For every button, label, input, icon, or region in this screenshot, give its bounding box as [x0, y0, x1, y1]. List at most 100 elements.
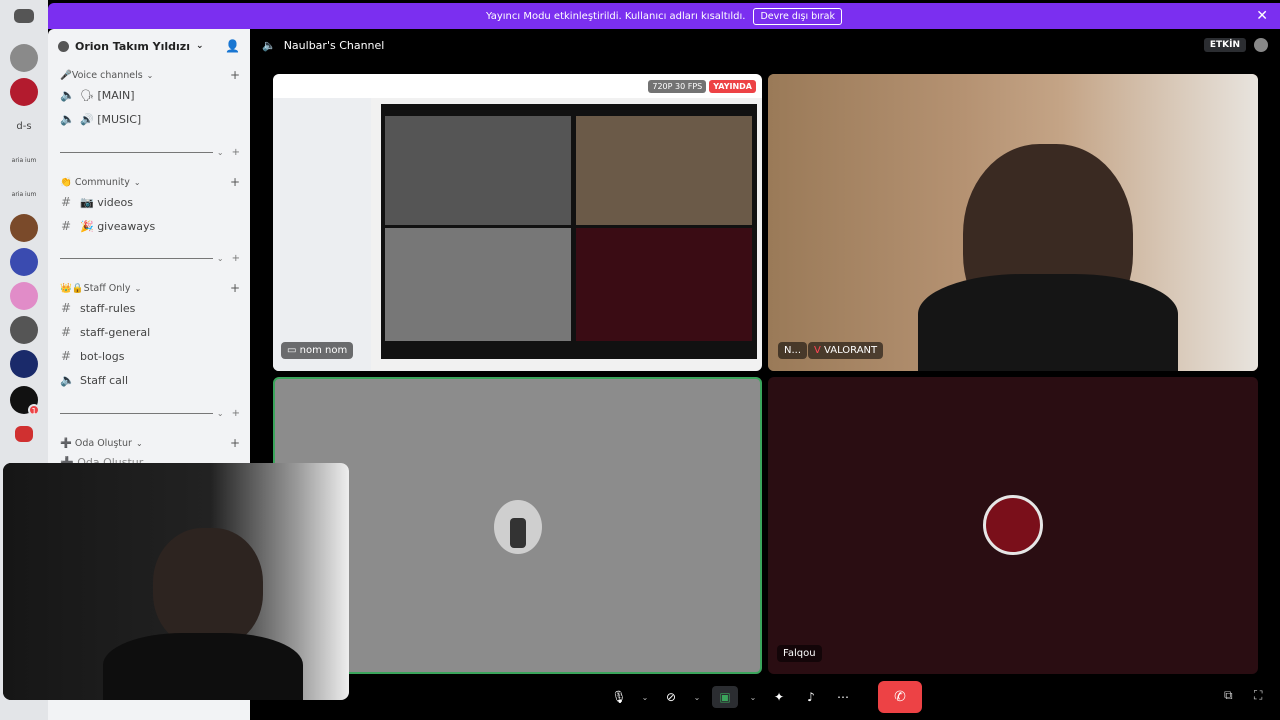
channel-staff-rules[interactable]: # staff-rules: [60, 301, 240, 315]
disconnect-button[interactable]: ✆: [878, 681, 922, 713]
server-icon-text[interactable]: aria ium: [10, 180, 38, 208]
banner-message: Yayıncı Modu etkinleştirildi. Kullanıcı …: [485, 10, 746, 22]
chevron-down-icon: ⌄: [134, 283, 142, 293]
category-staff[interactable]: 👑🔒Staff Only ⌄ +: [60, 281, 240, 295]
discord-logo-icon[interactable]: [14, 9, 34, 23]
channel-label: bot-logs: [80, 349, 125, 363]
channel-giveaways[interactable]: # 🎉 giveaways: [60, 219, 240, 233]
chevron-down-icon: ⌄: [216, 253, 224, 263]
stream-preview: [273, 74, 762, 371]
streamer-mode-banner: Yayıncı Modu etkinleştirildi. Kullanıcı …: [48, 3, 1280, 29]
disable-streamer-mode-button[interactable]: Devre dışı bırak: [753, 7, 843, 25]
server-icon[interactable]: [10, 248, 38, 276]
activity-status-badge[interactable]: ETKİN: [1203, 38, 1246, 52]
category-label: 🎤Voice channels: [60, 69, 143, 81]
user-short-label: N...: [778, 342, 808, 359]
fullscreen-icon[interactable]: ⛶: [1254, 688, 1262, 703]
activity-label: V VALORANT: [808, 342, 884, 359]
speaker-icon: 🔈: [262, 38, 276, 52]
chat-bubble-icon[interactable]: [1254, 38, 1268, 52]
hash-icon: #: [60, 349, 72, 363]
channel-label: staff-general: [80, 325, 151, 339]
close-icon[interactable]: ✕: [1256, 8, 1268, 24]
chevron-down-icon[interactable]: ⌄: [748, 686, 758, 708]
notification-badge: 1: [28, 404, 40, 416]
invite-user-icon[interactable]: 👤: [225, 39, 240, 53]
server-icon[interactable]: [10, 44, 38, 72]
more-options-icon[interactable]: ⋯: [832, 686, 854, 708]
camera-off-icon[interactable]: ⊘: [660, 686, 682, 708]
server-icon[interactable]: [10, 214, 38, 242]
category-label: ➕ Oda Oluştur: [60, 437, 132, 449]
channel-music[interactable]: 🔈 🔊 [MUSIC]: [60, 112, 240, 126]
add-channel-icon[interactable]: +: [230, 175, 240, 189]
server-icon[interactable]: [10, 282, 38, 310]
avatar: [983, 495, 1043, 555]
category-create-room[interactable]: ➕ Oda Oluştur ⌄ +: [60, 436, 240, 450]
chevron-down-icon: ⌄: [133, 177, 141, 187]
user-name: nom nom: [299, 345, 348, 356]
screen-share-icon[interactable]: ▣: [712, 686, 738, 708]
channel-label: staff-rules: [80, 301, 136, 315]
chevron-down-icon: ⌄: [216, 147, 224, 157]
server-icon[interactable]: 1: [10, 386, 40, 416]
soundboard-icon[interactable]: ♪: [800, 686, 822, 708]
chevron-down-icon[interactable]: ⌄: [692, 686, 702, 708]
activity-name: VALORANT: [824, 345, 878, 356]
category-label: 👑🔒Staff Only: [60, 282, 131, 294]
hash-icon: #: [60, 325, 72, 339]
stream-user-label: ▭ nom nom: [281, 342, 354, 359]
stream-quality-label: 720P 30 FPS: [648, 80, 707, 93]
channel-staff-general[interactable]: # staff-general: [60, 325, 240, 339]
category-community[interactable]: 👏 Community ⌄ +: [60, 175, 240, 189]
add-channel-icon[interactable]: +: [230, 436, 240, 450]
channel-videos[interactable]: # 📷 videos: [60, 195, 240, 209]
add-channel-icon[interactable]: +: [230, 281, 240, 295]
camera-tile[interactable]: N... V VALORANT: [768, 74, 1258, 371]
discord-window: d-s aria ium aria ium 1 Yayıncı Modu etk…: [0, 0, 1280, 720]
channel-label: 🎉 giveaways: [80, 219, 156, 233]
chevron-down-icon[interactable]: ⌄: [640, 686, 650, 708]
hash-icon: #: [60, 301, 72, 315]
channel-title: Naulbar's Channel: [283, 38, 385, 52]
category-voice[interactable]: 🎤Voice channels ⌄ +: [60, 68, 240, 82]
speaker-icon: 🔈: [60, 373, 75, 387]
category-label: 👏 Community: [60, 176, 130, 188]
add-icon[interactable]: +: [232, 408, 240, 419]
add-channel-icon[interactable]: +: [230, 68, 240, 82]
voice-call-area: 🔈 Naulbar's Channel ETKİN 720P 30 FPS YA…: [250, 29, 1280, 720]
channel-main[interactable]: 🔈 🗣 [MAIN]: [60, 88, 240, 102]
divider: ⌄ +: [60, 145, 240, 159]
divider: ⌄ +: [60, 251, 240, 265]
server-icon[interactable]: [10, 350, 38, 378]
call-controls: 🎙 ⌄ ⊘ ⌄ ▣ ⌄ ✦ ♪ ⋯ ✆: [250, 677, 1280, 717]
hash-icon: #: [60, 195, 72, 209]
server-icon-text[interactable]: d-s: [10, 112, 38, 140]
server-name: Orion Takım Yıldızı: [75, 39, 190, 53]
call-topbar: 🔈 Naulbar's Channel ETKİN: [250, 29, 1280, 61]
server-icon[interactable]: [10, 78, 38, 106]
user-tile-falqou[interactable]: [768, 377, 1258, 674]
server-icon[interactable]: [10, 316, 38, 344]
channel-staff-call[interactable]: 🔈 Staff call: [60, 373, 240, 387]
add-icon[interactable]: +: [232, 147, 240, 158]
microphone-icon[interactable]: 🎙: [608, 686, 630, 708]
screen-share-tile[interactable]: 720P 30 FPS YAYINDA ▭ nom nom: [273, 74, 762, 371]
speaker-icon: 🔈: [60, 88, 75, 102]
chevron-down-icon: ⌄: [146, 70, 154, 80]
server-icon-text[interactable]: aria ium: [10, 146, 38, 174]
live-badge: YAYINDA: [709, 80, 756, 93]
channel-label: 🗣 [MAIN]: [80, 88, 135, 102]
channel-label: 🔊 [MUSIC]: [80, 112, 142, 126]
pop-out-icon[interactable]: ⧉: [1224, 688, 1233, 703]
channel-bot-logs[interactable]: # bot-logs: [60, 349, 240, 363]
hash-icon: #: [60, 219, 72, 233]
chevron-down-icon: ⌄: [216, 408, 224, 418]
activities-icon[interactable]: ✦: [768, 686, 790, 708]
server-header[interactable]: Orion Takım Yıldızı ⌄ 👤: [48, 29, 250, 63]
channel-label: 📷 videos: [80, 195, 133, 209]
add-icon[interactable]: +: [232, 253, 240, 264]
divider: ⌄ +: [60, 406, 240, 420]
screen-icon: ▭: [287, 345, 297, 356]
server-icon[interactable]: [15, 426, 33, 442]
